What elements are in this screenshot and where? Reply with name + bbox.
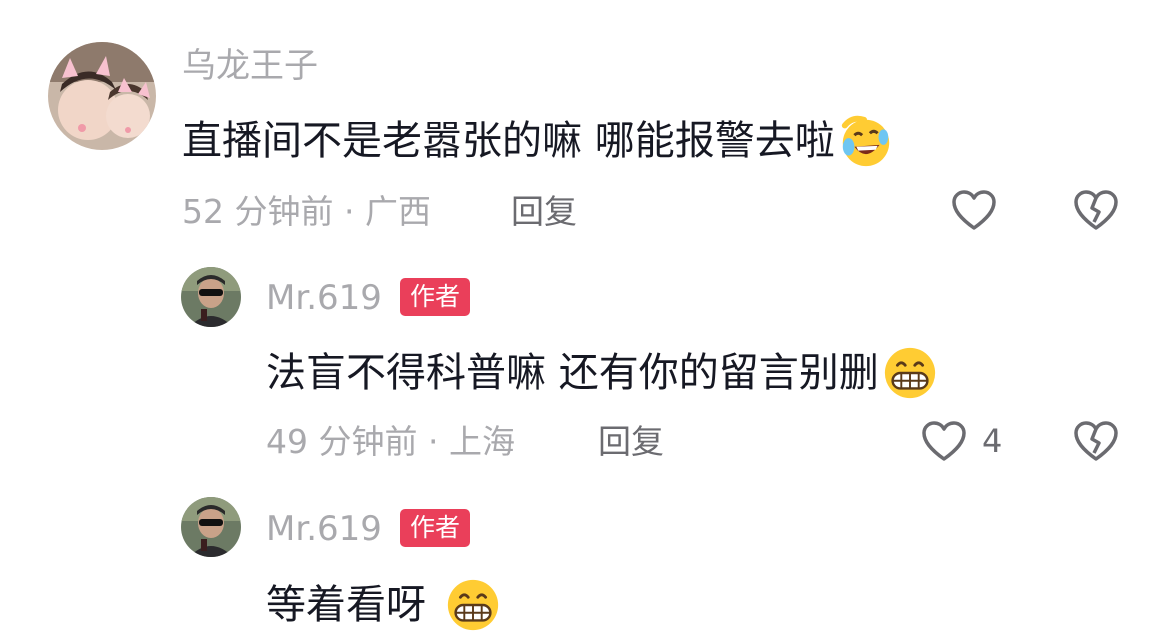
avatar[interactable] <box>48 42 156 150</box>
broken-heart-icon <box>1072 188 1120 232</box>
meta-separator: · <box>343 192 365 231</box>
author-badge: 作者 <box>400 509 471 547</box>
like-button[interactable] <box>950 188 1012 232</box>
username[interactable]: Mr.619 <box>266 278 382 318</box>
comment-time: 52 分钟前 <box>182 192 334 231</box>
dislike-button[interactable] <box>1072 188 1120 232</box>
comment-meta: 49 分钟前 · 上海 <box>266 422 515 462</box>
username[interactable]: Mr.619 <box>266 509 382 549</box>
comment-text-row: 法盲不得科普嘛 还有你的留言别删 <box>266 344 939 402</box>
broken-heart-icon <box>1072 419 1120 463</box>
rofl-emoji-icon <box>837 112 895 170</box>
author-badge: 作者 <box>400 278 471 316</box>
comment-location: 上海 <box>448 422 515 461</box>
comment-text: 等着看呀 <box>266 582 426 628</box>
heart-icon <box>920 419 968 463</box>
comment-text-row: 等着看呀 <box>266 576 502 634</box>
comment-location: 广西 <box>364 192 431 231</box>
like-button[interactable]: 4 <box>920 419 1002 463</box>
grin-emoji-icon <box>444 576 502 634</box>
reply-button[interactable]: 回复 <box>511 192 577 232</box>
dislike-button[interactable] <box>1072 419 1120 463</box>
username[interactable]: 乌龙王子 <box>182 46 318 86</box>
avatar[interactable] <box>181 497 241 557</box>
comment-text: 直播间不是老嚣张的嘛 哪能报警去啦 <box>182 118 835 164</box>
reply-button[interactable]: 回复 <box>598 422 664 462</box>
grin-emoji-icon <box>881 344 939 402</box>
comment-meta: 52 分钟前 · 广西 <box>182 192 431 232</box>
avatar[interactable] <box>181 267 241 327</box>
meta-separator: · <box>427 422 449 461</box>
like-count: 4 <box>982 422 1003 460</box>
comment-text-row: 直播间不是老嚣张的嘛 哪能报警去啦 <box>182 112 895 170</box>
heart-icon <box>950 188 998 232</box>
comment-text: 法盲不得科普嘛 还有你的留言别删 <box>266 350 879 396</box>
comment-time: 49 分钟前 <box>266 422 418 461</box>
